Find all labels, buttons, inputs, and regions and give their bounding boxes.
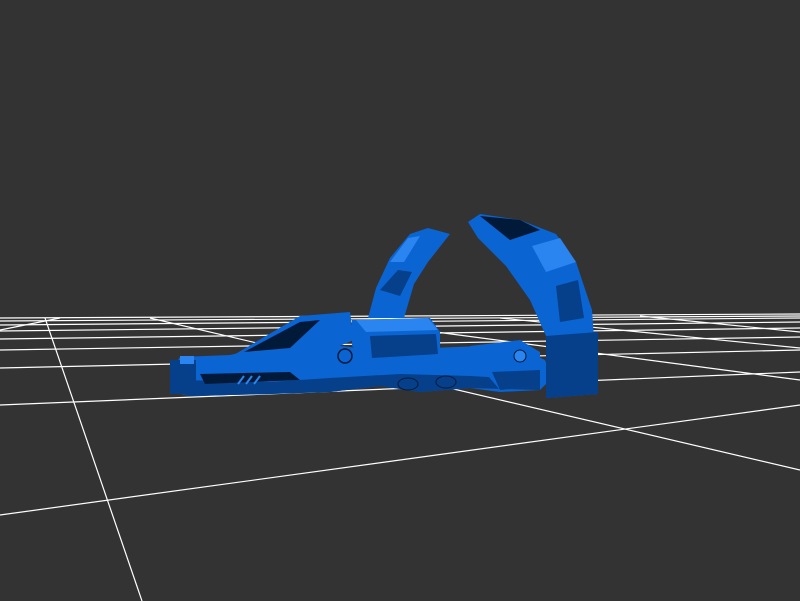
hull-sensor-dome <box>337 348 353 364</box>
spaceship-model[interactable] <box>170 214 598 398</box>
central-module-top <box>356 318 438 332</box>
scene-canvas[interactable] <box>0 0 800 601</box>
hull-nose-cap <box>180 356 194 364</box>
hull-nose-block <box>170 360 196 394</box>
right-arch-wing-base <box>546 332 598 398</box>
3d-viewport[interactable] <box>0 0 800 601</box>
central-module-shadow <box>370 334 438 358</box>
rear-engine-port <box>513 349 527 363</box>
